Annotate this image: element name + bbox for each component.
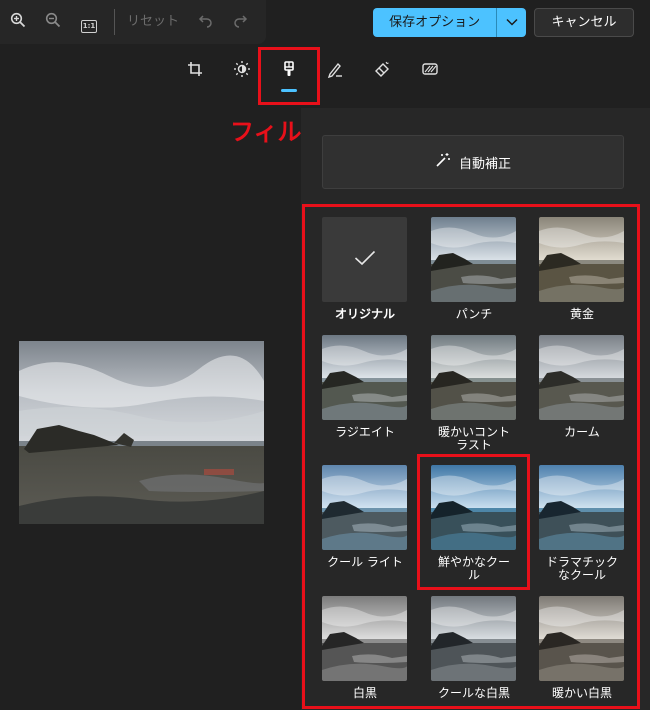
filter-thumbnail bbox=[539, 465, 624, 550]
filter-thumbnail bbox=[322, 596, 407, 681]
filter-name: 黄金 bbox=[569, 307, 594, 321]
image-preview bbox=[19, 341, 264, 524]
undo-icon[interactable] bbox=[198, 12, 214, 34]
filter-name: 暖かいコント ラスト bbox=[437, 425, 510, 452]
zoom-out-icon[interactable] bbox=[45, 12, 61, 34]
redo-icon[interactable] bbox=[232, 12, 248, 34]
filter-thumbnail bbox=[431, 335, 516, 420]
filter-item-warmbw[interactable]: 暖かい白黒 bbox=[539, 596, 625, 700]
top-left-toolbar: 1:1 リセット bbox=[0, 0, 266, 44]
magic-wand-icon bbox=[435, 152, 451, 172]
filter-thumbnail bbox=[322, 335, 407, 420]
filter-name: 白黒 bbox=[352, 686, 377, 700]
filter-item-bw[interactable]: 白黒 bbox=[322, 596, 408, 700]
filter-name: クールな白黒 bbox=[437, 686, 510, 700]
filter-item-golden[interactable]: 黄金 bbox=[539, 217, 625, 321]
save-options-button[interactable]: 保存オプション bbox=[373, 8, 526, 37]
background-icon[interactable] bbox=[418, 60, 442, 84]
filter-item-radiate[interactable]: ラジエイト bbox=[322, 335, 408, 439]
filter-thumbnail bbox=[539, 596, 624, 681]
filter-name: オリジナル bbox=[334, 307, 395, 321]
filter-thumbnail bbox=[322, 465, 407, 550]
filter-item-vivid[interactable]: 鮮やかなクー ル bbox=[431, 465, 517, 582]
toolbar-divider bbox=[114, 9, 115, 35]
filter-thumbnail bbox=[539, 335, 624, 420]
filter-name: クール ライト bbox=[327, 555, 403, 569]
filter-item-dramatic[interactable]: ドラマチック なクール bbox=[539, 465, 625, 582]
markup-icon[interactable] bbox=[323, 60, 347, 84]
save-options-label: 保存オプション bbox=[373, 8, 498, 37]
cancel-button[interactable]: キャンセル bbox=[534, 8, 634, 37]
filter-name: カーム bbox=[564, 425, 600, 439]
filter-name: パンチ bbox=[455, 307, 493, 321]
filter-thumbnail bbox=[431, 596, 516, 681]
actual-size-icon: 1:1 bbox=[81, 20, 97, 33]
filter-item-original[interactable]: オリジナル bbox=[322, 217, 408, 321]
reset-button[interactable]: リセット bbox=[127, 12, 179, 32]
filter-item-calm[interactable]: カーム bbox=[539, 335, 625, 439]
filter-name: 暖かい白黒 bbox=[551, 686, 612, 700]
filter-thumbnail bbox=[431, 217, 516, 302]
filter-item-coollight[interactable]: クール ライト bbox=[322, 465, 408, 569]
actual-size-button[interactable]: 1:1 bbox=[81, 14, 97, 34]
erase-icon[interactable] bbox=[370, 60, 394, 84]
filter-thumbnail bbox=[539, 217, 624, 302]
filter-name: 鮮やかなクー ル bbox=[437, 555, 510, 582]
filter-thumbnail bbox=[322, 217, 407, 302]
filter-item-coolbw[interactable]: クールな白黒 bbox=[431, 596, 517, 700]
zoom-in-icon[interactable] bbox=[10, 12, 26, 34]
checkmark-icon bbox=[354, 250, 376, 270]
filter-name: ドラマチック なクール bbox=[545, 555, 618, 582]
filter-thumbnail bbox=[431, 465, 516, 550]
chevron-down-icon[interactable] bbox=[497, 15, 526, 30]
filter-item-warm[interactable]: 暖かいコント ラスト bbox=[431, 335, 517, 452]
brightness-icon[interactable] bbox=[230, 60, 254, 84]
filter-tool-highlight bbox=[258, 47, 320, 105]
filter-item-punch[interactable]: パンチ bbox=[431, 217, 517, 321]
auto-enhance-button[interactable]: 自動補正 bbox=[322, 135, 624, 189]
crop-icon[interactable] bbox=[183, 60, 207, 84]
auto-enhance-label: 自動補正 bbox=[458, 156, 511, 172]
filter-name: ラジエイト bbox=[335, 425, 395, 439]
